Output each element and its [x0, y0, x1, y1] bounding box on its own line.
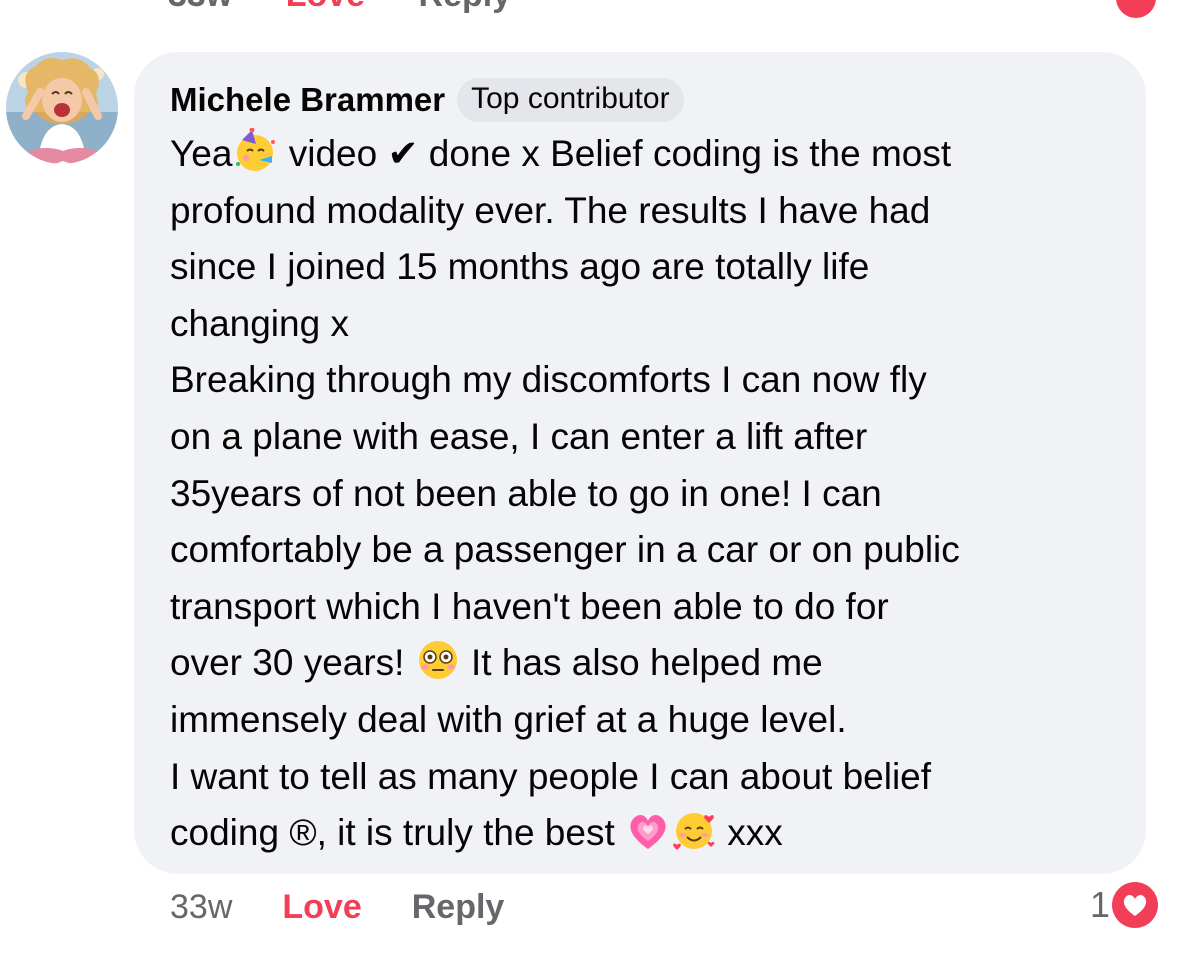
reaction-summary[interactable]: 1: [1090, 882, 1158, 928]
previous-love-button[interactable]: Love: [286, 0, 365, 14]
comment-line: changing x: [170, 302, 349, 344]
comment-thread: 33w Love Reply Michele Brammer Top co: [0, 0, 1186, 964]
comment-text-fragment: , it is truly the best: [316, 812, 626, 854]
love-button[interactable]: Love: [282, 888, 361, 927]
reaction-count: 1: [1089, 884, 1110, 925]
comment-line: Breaking through my discomforts I can no…: [170, 359, 927, 401]
previous-heart-reaction-icon[interactable]: [1116, 0, 1156, 18]
smiling-face-with-hearts-emoji-icon: [671, 807, 717, 853]
comment-text-fragment: done x Belief coding is the most: [418, 133, 952, 174]
comment-text-fragment: coding: [170, 812, 290, 854]
comment-actions: 33w Love Reply: [170, 888, 504, 927]
author-name[interactable]: Michele Brammer: [170, 81, 445, 119]
comment-header: Michele Brammer Top contributor: [170, 76, 1114, 124]
comment-line: transport which I haven't been able to d…: [170, 585, 889, 627]
flushed-face-emoji-icon: [415, 637, 461, 683]
comment-line: profound modality ever. The results I ha…: [170, 189, 931, 231]
previous-comment-actions: 33w Love Reply: [168, 0, 555, 15]
comment-text-fragment: Yea: [170, 133, 233, 174]
comment-line: since I joined 15 months ago are totally…: [170, 246, 870, 288]
comment-line: comfortably be a passenger in a car or o…: [170, 529, 960, 571]
comment-line: coding ®, it is truly the best xxx: [170, 805, 1114, 862]
previous-reply-button[interactable]: Reply: [419, 0, 512, 14]
growing-heart-emoji-icon: [625, 807, 671, 853]
comment-timestamp[interactable]: 33w: [170, 888, 232, 927]
partying-face-emoji-icon: [232, 128, 278, 174]
avatar[interactable]: [6, 52, 118, 164]
reply-button[interactable]: Reply: [412, 888, 505, 927]
registered-mark-icon: ®: [289, 812, 317, 854]
comment-line: 35years of not been able to go in one! I…: [170, 472, 882, 514]
previous-comment-time: 33w: [168, 0, 232, 14]
comment-line: on a plane with ease, I can enter a lift…: [170, 415, 868, 457]
comment-body: Yea video ✔ done x Belief coding is the …: [170, 126, 1114, 862]
checkmark-icon: ✔: [387, 133, 419, 174]
comment-line: immensely deal with grief at a huge leve…: [170, 698, 847, 740]
comment-text-fragment: video: [278, 133, 388, 174]
comment-text-fragment: It has also helped me: [460, 642, 823, 684]
comment-line: over 30 years! It has also helped me: [170, 635, 1114, 692]
comment-text-fragment: xxx: [717, 812, 783, 854]
comment-bubble: Michele Brammer Top contributor Yea vide…: [134, 52, 1146, 874]
comment-text-fragment: over 30 years!: [170, 642, 415, 684]
comment-line: Yea video ✔ done x Belief coding is the …: [170, 126, 1114, 183]
top-contributor-badge: Top contributor: [457, 78, 684, 122]
comment-line: I want to tell as many people I can abou…: [170, 755, 932, 797]
heart-reaction-icon: [1112, 882, 1158, 928]
